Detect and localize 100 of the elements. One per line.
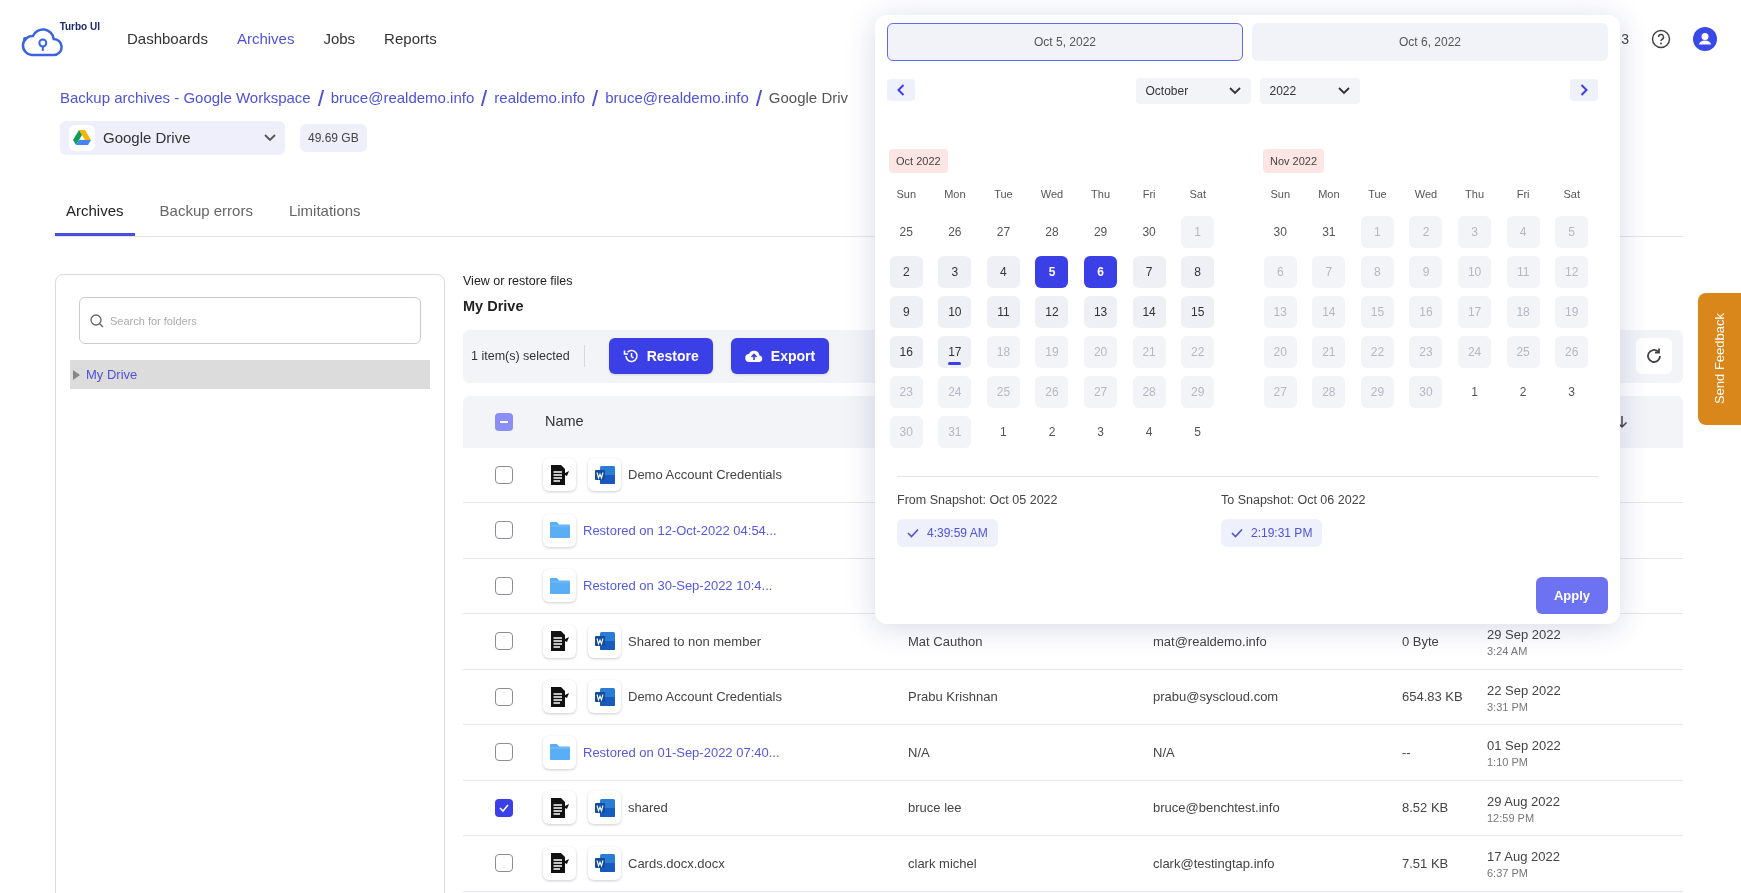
- calendar-day[interactable]: 4: [986, 256, 1020, 289]
- breadcrumb-separator: [755, 90, 762, 106]
- calendar-day[interactable]: 2: [889, 256, 923, 289]
- refresh-button[interactable]: [1636, 338, 1672, 374]
- date-text: 22 Sep 2022: [1487, 681, 1562, 699]
- calendar-day[interactable]: 16: [889, 336, 923, 369]
- nav-link[interactable]: Dashboards: [127, 27, 208, 51]
- logo-text: Turbo UI: [59, 20, 100, 34]
- calendar-day[interactable]: 8: [1181, 256, 1215, 289]
- drive-icon: [73, 130, 91, 146]
- time-chip[interactable]: 2:19:31 PM: [1221, 518, 1323, 547]
- calendar-day: 28: [1035, 216, 1069, 249]
- calendar-day: 31: [938, 416, 972, 449]
- calendar-day[interactable]: 7: [1132, 256, 1166, 289]
- column-header[interactable]: Name: [545, 410, 584, 433]
- time-chip[interactable]: 4:39:59 AM: [897, 518, 998, 547]
- calendar-day: 27: [1084, 376, 1118, 409]
- check-icon: [907, 527, 919, 538]
- folder-link[interactable]: Restored on 01-Sep-2022 07:40...: [583, 742, 780, 762]
- folder-link[interactable]: Restored on 12-Oct-2022 04:54...: [583, 520, 777, 540]
- apply-button[interactable]: Apply: [1536, 576, 1608, 614]
- chevron-down-icon: [1228, 87, 1241, 95]
- tab[interactable]: Archives: [55, 189, 135, 236]
- month-dropdown[interactable]: October: [1135, 78, 1251, 104]
- calendar-day: 20: [1084, 336, 1118, 369]
- calendar-day: 11: [1506, 256, 1540, 289]
- nav-link[interactable]: Archives: [236, 27, 295, 51]
- breadcrumb-separator: [317, 90, 324, 106]
- calendar-day: 27: [1263, 376, 1297, 409]
- time-text: 3:24 AM: [1487, 644, 1529, 660]
- date-field[interactable]: Oct 6, 2022: [1252, 23, 1608, 61]
- table-cell-text: 7.51 KB: [1402, 854, 1450, 873]
- checkbox[interactable]: [495, 743, 513, 762]
- calendar-day: 26: [938, 216, 972, 249]
- word-document-icon: [588, 458, 621, 492]
- calendar-day: 9: [1409, 256, 1443, 289]
- checkbox[interactable]: [495, 632, 513, 651]
- previous-month-button[interactable]: [887, 79, 915, 101]
- weekday-label: Fri: [1516, 187, 1530, 202]
- calendar-day[interactable]: 12: [1035, 296, 1069, 329]
- breadcrumb-separator: [592, 90, 599, 106]
- weekday-label: Sat: [1189, 187, 1206, 202]
- calendar-day[interactable]: 11: [986, 296, 1020, 329]
- calendar-day: 21: [1312, 336, 1346, 369]
- calendar-day[interactable]: 14: [1132, 296, 1166, 329]
- checkbox[interactable]: [495, 854, 513, 873]
- calendar-day[interactable]: 17: [938, 336, 972, 369]
- date-text: 29 Aug 2022: [1487, 792, 1562, 810]
- file-name: Demo Account Credentials: [628, 466, 782, 484]
- time-text: 6:37 PM: [1487, 866, 1529, 882]
- checkbox[interactable]: [495, 465, 513, 484]
- source-dropdown[interactable]: Google Drive: [60, 121, 285, 155]
- nav-link[interactable]: Reports: [384, 27, 437, 51]
- breadcrumb-current: Google Driv: [768, 87, 849, 108]
- checkbox[interactable]: [495, 798, 513, 817]
- weekday-label: Sat: [1563, 187, 1580, 202]
- calendar-day: 3: [1555, 376, 1589, 409]
- folder-link[interactable]: Restored on 30-Sep-2022 10:4...: [583, 576, 773, 596]
- calendar-day[interactable]: 13: [1084, 296, 1118, 329]
- next-month-button[interactable]: [1570, 79, 1598, 101]
- breadcrumb-link[interactable]: Backup archives - Google Workspace: [60, 86, 311, 110]
- calendar-day: 3: [1458, 216, 1492, 249]
- calendar-day[interactable]: 6: [1084, 256, 1118, 289]
- section-subtitle: View or restore files: [463, 273, 573, 290]
- calendar-day[interactable]: 9: [889, 296, 923, 329]
- calendar-day[interactable]: 10: [938, 296, 972, 329]
- table-cell-text: 8.52 KB: [1402, 799, 1450, 817]
- checkbox[interactable]: [495, 576, 513, 595]
- breadcrumb-link[interactable]: realdemo.info: [494, 86, 586, 110]
- checkbox[interactable]: [495, 521, 513, 540]
- folder-icon: [543, 569, 576, 603]
- checkbox[interactable]: [495, 687, 513, 706]
- calendar-day: 30: [889, 416, 923, 449]
- nav-link[interactable]: Jobs: [323, 27, 356, 51]
- help-icon[interactable]: [1651, 29, 1671, 49]
- chevron-right-icon: [1580, 84, 1588, 96]
- calendar-day: 22: [1181, 336, 1215, 369]
- table-cell-text: N/A: [1153, 743, 1176, 762]
- calendar-day[interactable]: 5: [1035, 256, 1069, 289]
- table-cell-text: prabu@syscloud.com: [1153, 688, 1280, 706]
- table-cell-text: bruce lee: [908, 799, 963, 817]
- breadcrumb-link[interactable]: bruce@realdemo.info: [330, 86, 475, 110]
- tree-item[interactable]: My Drive: [70, 360, 430, 389]
- restore-button[interactable]: Restore: [608, 338, 713, 374]
- tab[interactable]: Backup errors: [148, 189, 264, 236]
- date-field[interactable]: Oct 5, 2022: [887, 23, 1243, 61]
- export-button[interactable]: Export: [730, 338, 830, 374]
- calendar-day[interactable]: 3: [938, 256, 972, 289]
- year-dropdown[interactable]: 2022: [1259, 78, 1360, 104]
- avatar-icon[interactable]: [1693, 27, 1717, 51]
- tab[interactable]: Limitations: [277, 189, 372, 236]
- breadcrumb-link[interactable]: bruce@realdemo.info: [605, 86, 749, 110]
- date-text: 29 Sep 2022: [1487, 626, 1562, 644]
- table-cell-text: 0 Byte: [1402, 632, 1440, 651]
- select-all-checkbox[interactable]: [495, 412, 513, 431]
- calendar-day: 26: [1035, 376, 1069, 409]
- calendar-day: 26: [1555, 336, 1589, 369]
- calendar-day: 10: [1458, 256, 1492, 289]
- calendar-day[interactable]: 15: [1181, 296, 1215, 329]
- folder-search-field[interactable]: Search for folders: [79, 297, 421, 344]
